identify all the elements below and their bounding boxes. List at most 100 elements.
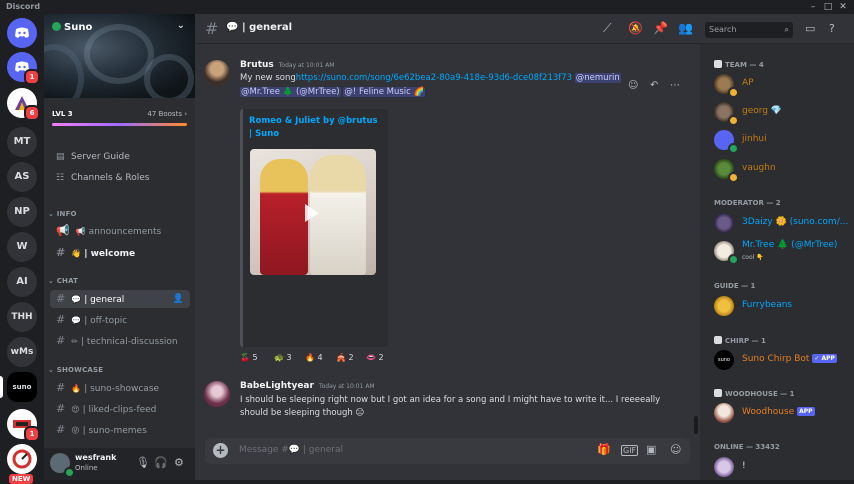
server-as[interactable]: AS bbox=[7, 162, 37, 192]
dm-unread-badge: 1 bbox=[24, 69, 40, 85]
dm-icon[interactable]: 1 bbox=[7, 52, 40, 85]
server-flag-badge: 1 bbox=[24, 426, 40, 442]
server-guide-icon: ▤ bbox=[56, 152, 65, 162]
boost-progress[interactable]: LVL 3 47 Boosts › bbox=[52, 110, 187, 126]
server-np[interactable]: NP bbox=[7, 197, 37, 227]
channel-off-topic[interactable]: # 💬 | off-topic bbox=[50, 311, 190, 329]
gift-icon[interactable]: 🎁 bbox=[597, 443, 611, 456]
reaction[interactable]: 👄 2 bbox=[366, 351, 384, 365]
server-name[interactable]: Suno bbox=[52, 22, 92, 33]
server-w[interactable]: W bbox=[7, 232, 37, 262]
server-icon-purple[interactable]: 6 bbox=[7, 88, 40, 121]
mention-nemurin[interactable]: @nemurin bbox=[574, 73, 621, 83]
mute-bell-icon[interactable]: 🔕 bbox=[628, 21, 643, 35]
add-attachment-icon[interactable]: + bbox=[213, 443, 228, 458]
server-verified-icon bbox=[52, 22, 61, 31]
message-author[interactable]: Brutus Today at 10:01 AM bbox=[240, 60, 334, 70]
category-chat[interactable]: ⌄ CHAT bbox=[48, 277, 78, 285]
server-thh[interactable]: THH bbox=[7, 302, 37, 332]
channel-suno-memes[interactable]: # 😜 | suno-memes bbox=[50, 421, 190, 439]
message-timestamp: Today at 10:01 AM bbox=[278, 62, 335, 69]
mention-feline-music[interactable]: @! Feline Music 🌈 bbox=[343, 87, 426, 97]
member-item[interactable]: Woodhouse APP bbox=[714, 401, 850, 425]
member-item[interactable]: suno Suno Chirp Bot ✓ APP bbox=[714, 348, 850, 372]
channel-liked-clips-feed[interactable]: # 😍 | liked-clips-feed bbox=[50, 400, 190, 418]
chevron-down-icon[interactable]: ⌄ bbox=[177, 20, 185, 31]
microphone-icon[interactable]: 🎙 bbox=[136, 456, 150, 469]
scrollbar[interactable] bbox=[694, 416, 698, 434]
song-link[interactable]: https://suno.com/song/6e62bea2-80a9-418e… bbox=[296, 73, 572, 83]
online-status-icon bbox=[64, 467, 75, 478]
channel-general[interactable]: # 💬 | general 👤 bbox=[50, 290, 190, 308]
reply-icon[interactable]: ↶ bbox=[650, 80, 658, 91]
reaction[interactable]: 🍒 5 bbox=[240, 351, 258, 365]
boost-count: 47 Boosts › bbox=[147, 110, 187, 118]
member-item[interactable]: Furrybeans bbox=[714, 294, 850, 318]
embed-image[interactable] bbox=[250, 149, 376, 275]
member-name: georg 💎 bbox=[742, 106, 783, 116]
member-item[interactable]: Mr.Tree 🌲 (@MrTree) cool 👇 bbox=[714, 239, 850, 265]
role-header: ONLINE — 33432 bbox=[714, 443, 780, 451]
inbox-icon[interactable]: ▭ bbox=[805, 22, 815, 35]
channel-announcements[interactable]: 📢 📢 announcements bbox=[50, 222, 190, 240]
hash-icon: # bbox=[56, 334, 66, 347]
server-wms[interactable]: wMs bbox=[7, 337, 37, 367]
channel-suno-showcase[interactable]: # 🔥 | suno-showcase bbox=[50, 379, 190, 397]
message-composer[interactable]: + Message #💬 | general 🎁 GIF ▣ ☺ bbox=[205, 438, 690, 464]
play-icon[interactable] bbox=[305, 204, 319, 222]
member-item[interactable]: AP bbox=[714, 72, 850, 98]
member-item[interactable]: jinhui bbox=[714, 128, 850, 154]
channel-welcome[interactable]: # 👋 | welcome bbox=[50, 244, 190, 262]
idle-status-icon bbox=[728, 87, 739, 98]
gif-icon[interactable]: GIF bbox=[621, 445, 639, 456]
app-name: Discord bbox=[6, 2, 41, 11]
channels-roles-link[interactable]: ☷ Channels & Roles bbox=[56, 173, 149, 183]
username[interactable]: wesfrank bbox=[75, 453, 116, 462]
reaction[interactable]: 🐢 3 bbox=[274, 351, 292, 365]
more-icon[interactable]: ⋯ bbox=[670, 80, 680, 91]
channel-technical-discussion[interactable]: # ✏ | technical-discussion bbox=[50, 332, 190, 350]
member-item[interactable]: vaughn bbox=[714, 157, 850, 183]
server-icon-flag[interactable]: 1 bbox=[7, 409, 40, 442]
help-icon[interactable]: ? bbox=[829, 22, 835, 35]
search-input[interactable]: Search ⌕ bbox=[705, 22, 793, 38]
server-icon-gauge[interactable] bbox=[7, 444, 37, 474]
category-showcase[interactable]: ⌄ SHOWCASE bbox=[48, 366, 103, 374]
idle-status-icon bbox=[728, 172, 739, 183]
new-badge: NEW bbox=[9, 474, 34, 484]
server-mt[interactable]: MT bbox=[7, 127, 37, 157]
reaction[interactable]: 🔥 4 bbox=[305, 351, 323, 365]
emoji-icon[interactable]: ☺ bbox=[670, 443, 681, 456]
member-item[interactable]: georg 💎 bbox=[714, 100, 850, 126]
member-item[interactable]: ! bbox=[714, 455, 850, 479]
mention-mrtree[interactable]: @Mr.Tree 🌲 (@MrTree) bbox=[240, 87, 341, 97]
server-guide-link[interactable]: ▤ Server Guide bbox=[56, 152, 130, 162]
gear-icon[interactable]: ⚙ bbox=[174, 456, 184, 469]
message-content-line2: @Mr.Tree 🌲 (@MrTree) @! Feline Music 🌈 bbox=[240, 87, 426, 97]
embed-title[interactable]: Romeo & Juliet by @brutus | Suno bbox=[249, 115, 379, 141]
threads-icon[interactable]: ⟋ bbox=[603, 21, 611, 36]
minimize-button[interactable]: – bbox=[806, 0, 820, 14]
message-input[interactable]: Message #💬 | general bbox=[239, 445, 343, 455]
server-ai[interactable]: AI bbox=[7, 267, 37, 297]
add-reaction-icon[interactable]: ☺ bbox=[628, 80, 638, 91]
discord-home-icon[interactable] bbox=[7, 18, 37, 48]
maximize-button[interactable]: □ bbox=[821, 0, 835, 14]
close-button[interactable]: ✕ bbox=[836, 0, 850, 14]
idle-status-icon bbox=[728, 115, 739, 126]
server-suno[interactable]: suno bbox=[0, 372, 37, 402]
headphones-icon[interactable]: 🎧 bbox=[154, 456, 168, 469]
reaction[interactable]: 🎪 2 bbox=[336, 351, 354, 365]
members-icon[interactable]: 👥 bbox=[678, 21, 693, 35]
add-member-icon[interactable]: 👤 bbox=[173, 290, 184, 308]
member-item[interactable]: 3Daizy 🌼 (suno.com/... bbox=[714, 211, 850, 235]
avatar bbox=[714, 457, 734, 477]
category-info[interactable]: ⌄ INFO bbox=[48, 210, 77, 218]
boost-bar bbox=[52, 123, 187, 126]
avatar[interactable] bbox=[204, 60, 230, 86]
pin-icon[interactable]: 📌 bbox=[653, 21, 668, 35]
message-timestamp: Today at 10:01 AM bbox=[318, 383, 375, 390]
message-author[interactable]: BabeLightyear Today at 10:01 AM bbox=[240, 381, 375, 391]
avatar[interactable] bbox=[204, 381, 230, 407]
sticker-icon[interactable]: ▣ bbox=[646, 443, 656, 456]
